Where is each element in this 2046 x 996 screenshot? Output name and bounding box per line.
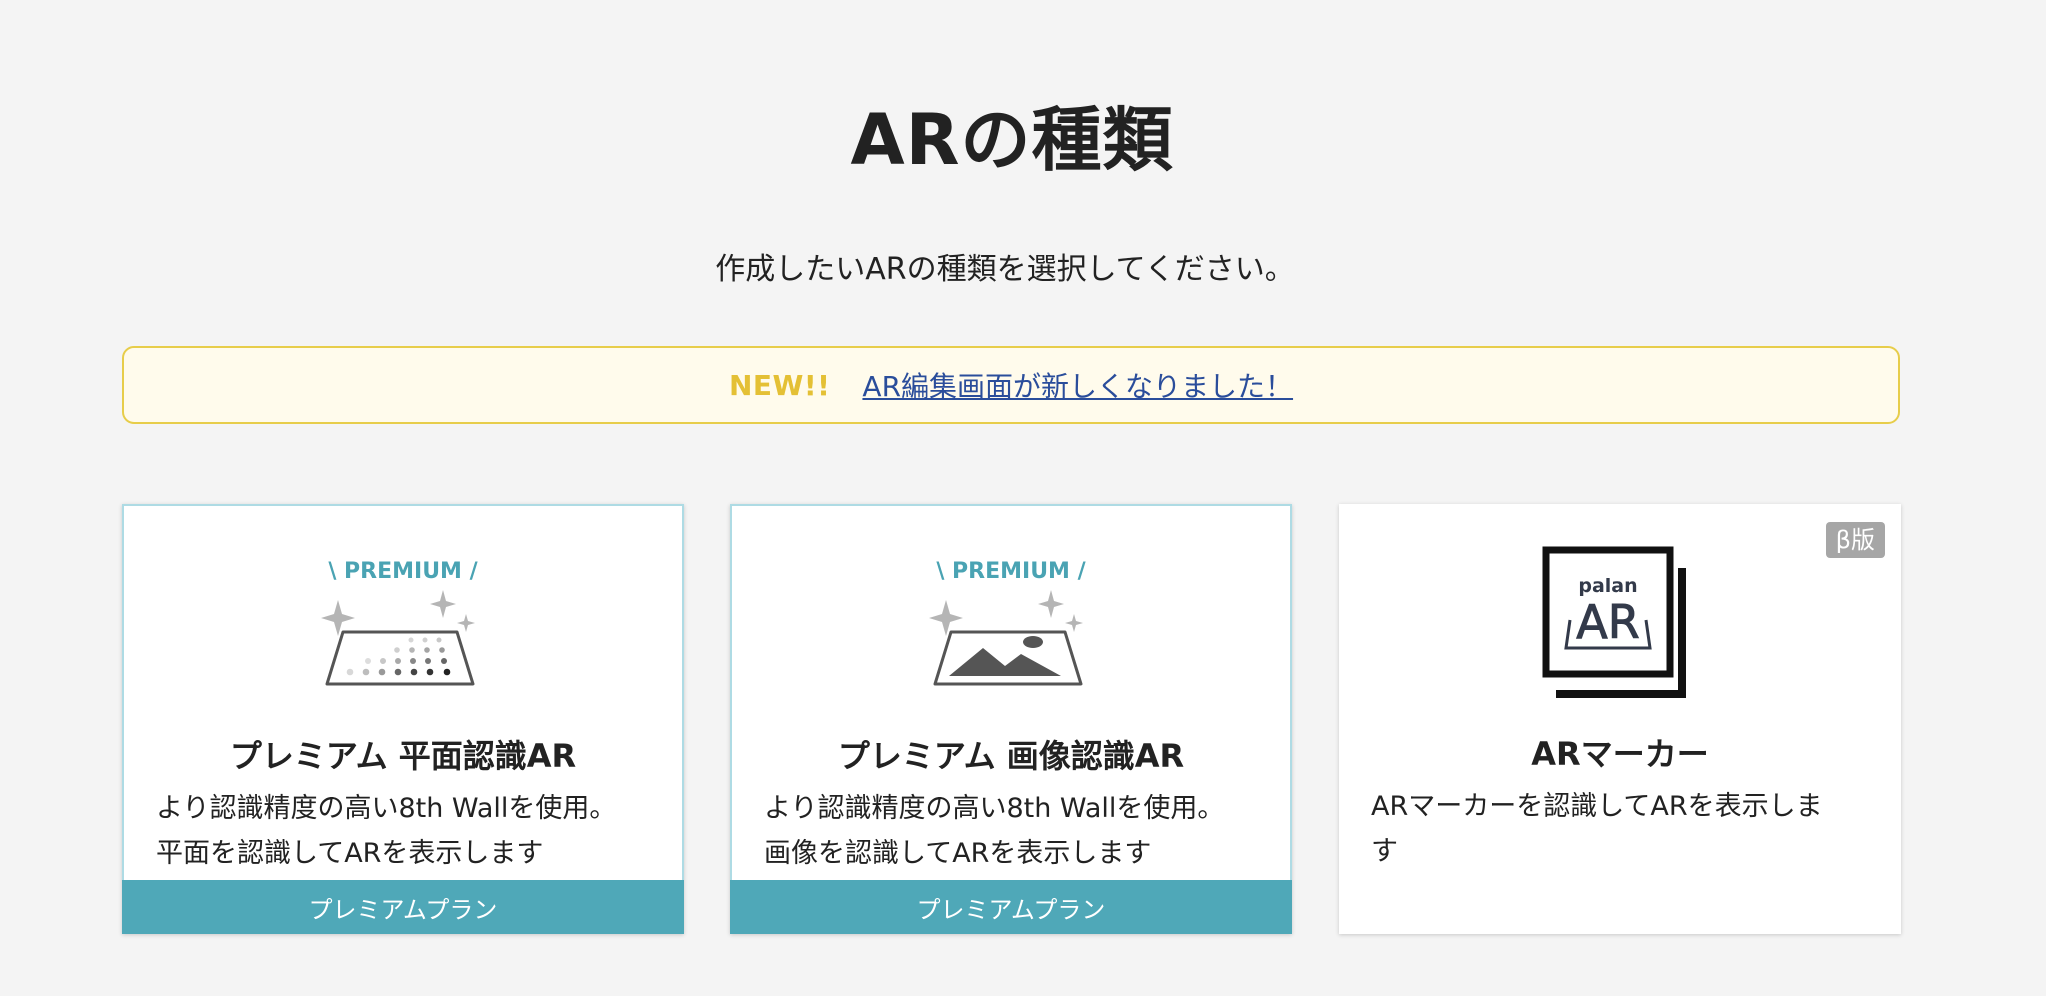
card-title: プレミアム 平面認識AR: [229, 737, 577, 775]
card-ar-marker[interactable]: β版 palan AR ARマーカー ARマーカーを認識してARを表示しま す: [1339, 504, 1901, 934]
card-premium-image-ar[interactable]: \ PREMIUM / プレミアム 画像認識AR より認識精度の高い8th Wa…: [730, 504, 1292, 934]
ar-marker-icon: palan AR: [1339, 546, 1901, 702]
new-notice-banner: NEW!! AR編集画面が新しくなりました！: [122, 346, 1900, 424]
palan-logo-text: palan: [1578, 575, 1637, 597]
card-description-line: す: [1371, 836, 1398, 867]
card-description-line: 画像を認識してARを表示します: [764, 838, 1152, 869]
card-description: より認識精度の高い8th Wallを使用。 平面を認識してARを表示します: [156, 786, 656, 876]
card-title: ARマーカー: [1531, 735, 1709, 773]
card-description: より認識精度の高い8th Wallを使用。 画像を認識してARを表示します: [764, 786, 1264, 876]
page-title: ARの種類: [850, 99, 1174, 181]
ar-logo-text: AR: [1576, 595, 1639, 649]
card-description-line: 平面を認識してARを表示します: [156, 838, 544, 869]
new-badge: NEW!!: [728, 368, 831, 402]
premium-plane-recognition-icon: \ PREMIUM /: [124, 554, 682, 704]
premium-plan-bar: プレミアムプラン: [122, 880, 684, 934]
premium-image-recognition-icon: \ PREMIUM /: [732, 554, 1290, 704]
premium-plan-bar: プレミアムプラン: [730, 880, 1292, 934]
card-description-line: より認識精度の高い8th Wallを使用。: [156, 793, 617, 824]
page-subtitle: 作成したいARの種類を選択してください。: [715, 252, 1295, 287]
premium-label: \ PREMIUM /: [936, 559, 1086, 584]
premium-label: \ PREMIUM /: [328, 559, 478, 584]
card-premium-plane-ar[interactable]: \ PREMIUM / プレミアム 平面認識AR より認識精度の高い8th Wa…: [122, 504, 684, 934]
card-description: ARマーカーを認識してARを表示しま す: [1371, 784, 1871, 874]
card-description-line: ARマーカーを認識してARを表示しま: [1371, 791, 1823, 822]
notice-link[interactable]: AR編集画面が新しくなりました！: [862, 365, 1293, 405]
card-title: プレミアム 画像認識AR: [837, 737, 1185, 775]
card-description-line: より認識精度の高い8th Wallを使用。: [764, 793, 1225, 824]
